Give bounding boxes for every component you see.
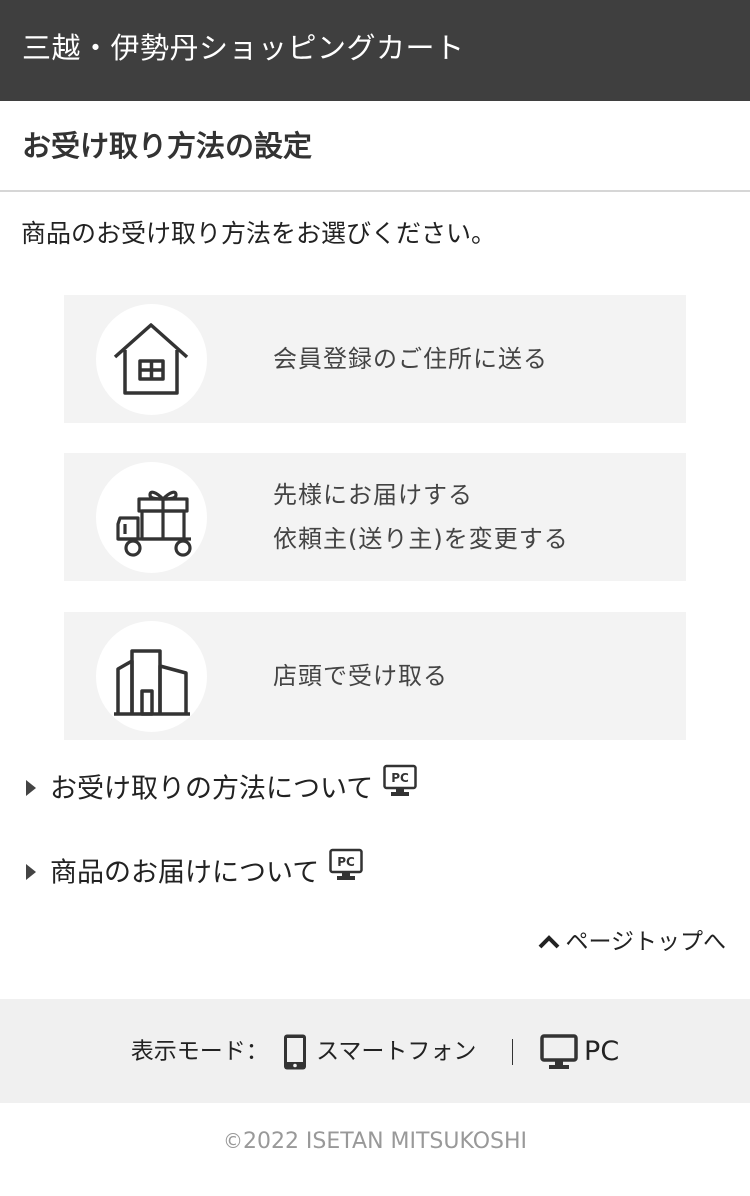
svg-text:PC: PC: [337, 855, 355, 869]
svg-text:PC: PC: [391, 771, 409, 785]
option-label-line1: 先様にお届けする: [273, 481, 473, 509]
display-mode-bar: 表示モード： スマートフォン PC: [0, 999, 750, 1103]
store-building-icon: [114, 649, 190, 716]
option-label: 会員登録のご住所に送る: [273, 345, 548, 373]
chevron-up-icon: [539, 934, 560, 948]
smartphone-mode-label: スマートフォン: [316, 1038, 477, 1065]
page-top-label: ページトップへ: [565, 929, 726, 955]
option-gift-recipient-button[interactable]: 先様にお届けする 依頼主(送り主)を変更する: [64, 453, 686, 581]
title-divider: [0, 190, 750, 192]
house-icon: [113, 323, 189, 395]
link-receiving-method-info[interactable]: お受け取りの方法について PC: [26, 764, 417, 810]
link-delivery-info[interactable]: 商品のお届けについて PC: [26, 848, 363, 894]
option-icon-circle: [96, 304, 207, 415]
triangle-right-icon: [26, 864, 36, 880]
pc-monitor-icon: PC: [383, 764, 417, 810]
copyright: ©2022 ISETAN MITSUKOSHI: [0, 1121, 750, 1162]
copyright-icon: ©: [222, 1129, 243, 1153]
option-label-line2: 依頼主(送り主)を変更する: [273, 525, 569, 553]
pc-mode-option[interactable]: PC: [540, 1031, 619, 1072]
header-title: 三越・伊勢丹ショッピングカート: [22, 31, 465, 65]
mode-divider: [511, 1038, 513, 1065]
smartphone-mode-option[interactable]: スマートフォン: [276, 1031, 476, 1072]
link-label: 商品のお届けについて: [50, 857, 320, 889]
link-label: お受け取りの方法について: [50, 773, 374, 805]
option-icon-circle: [96, 621, 207, 732]
option-icon-circle: [96, 462, 207, 573]
smartphone-icon: [284, 1034, 307, 1070]
page-top-link[interactable]: ページトップへ: [537, 922, 726, 962]
app-header: 三越・伊勢丹ショッピングカート: [0, 0, 750, 101]
pc-mode-label: PC: [584, 1035, 620, 1067]
pc-monitor-icon: [540, 1034, 578, 1069]
option-member-address-button[interactable]: 会員登録のご住所に送る: [64, 295, 686, 423]
display-mode-label: 表示モード：: [130, 1038, 269, 1065]
intro-text: 商品のお受け取り方法をお選びください。: [21, 219, 497, 248]
gift-cart-icon: [116, 490, 192, 557]
option-label: 店頭で受け取る: [273, 662, 448, 690]
triangle-right-icon: [26, 780, 36, 796]
page-title: お受け取り方法の設定: [22, 129, 313, 163]
copyright-text: 2022 ISETAN MITSUKOSHI: [242, 1129, 528, 1154]
pc-monitor-icon: PC: [329, 848, 363, 894]
option-store-pickup-button[interactable]: 店頭で受け取る: [64, 612, 686, 740]
